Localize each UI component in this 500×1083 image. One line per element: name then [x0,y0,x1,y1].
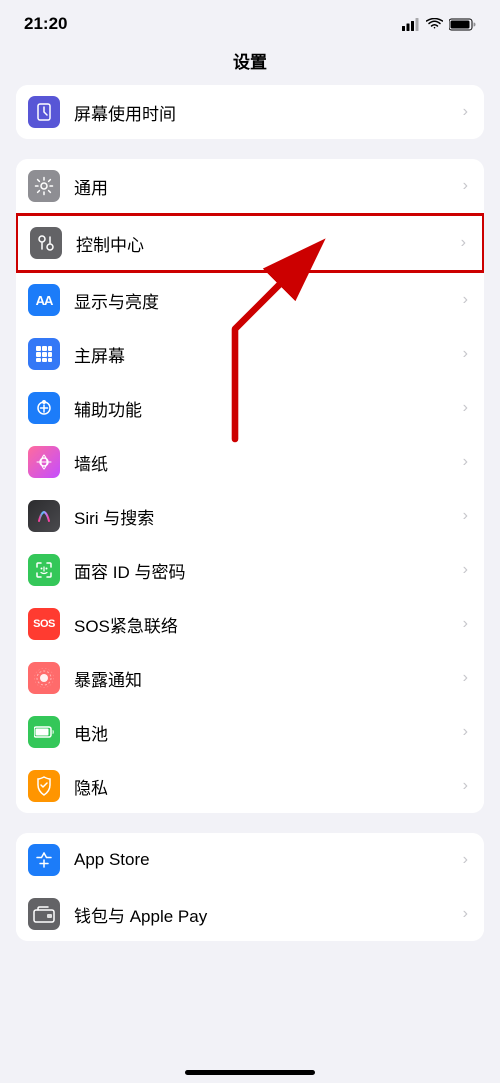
wifi-icon [426,18,443,31]
siri-icon [28,500,60,532]
page-title: 设置 [0,40,500,85]
group-general: 通用 › 控制中心 › AA 显示与亮度 › [16,159,484,813]
group-screentime: 屏幕使用时间 › [16,85,484,139]
settings-item-accessibility[interactable]: 辅助功能 › [16,381,484,435]
exposure-label: 暴露通知 [74,666,457,691]
battery-icon [449,18,476,31]
faceid-chevron: › [463,561,468,579]
settings-item-control-center[interactable]: 控制中心 › [18,216,482,270]
battery-icon-item [28,716,60,748]
display-chevron: › [463,291,468,309]
settings-item-exposure[interactable]: 暴露通知 › [16,651,484,705]
highlight-box: 控制中心 › [16,213,484,273]
homescreen-label: 主屏幕 [74,342,457,367]
sos-icon: SOS [28,608,60,640]
settings-item-appstore[interactable]: App Store › [16,833,484,887]
appstore-icon [28,844,60,876]
sos-chevron: › [463,615,468,633]
sos-label: SOS紧急联络 [74,612,457,637]
control-center-chevron: › [461,234,466,252]
status-icons [402,18,476,31]
signal-icon [402,18,420,31]
general-chevron: › [463,177,468,195]
settings-item-siri[interactable]: Siri 与搜索 › [16,489,484,543]
privacy-chevron: › [463,777,468,795]
screentime-icon [28,96,60,128]
settings-item-wallpaper[interactable]: 墙纸 › [16,435,484,489]
home-indicator [185,1070,315,1075]
general-icon [28,170,60,202]
appstore-chevron: › [463,851,468,869]
battery-chevron: › [463,723,468,741]
appstore-label: App Store [74,850,457,870]
exposure-chevron: › [463,669,468,687]
accessibility-icon [28,392,60,424]
screentime-chevron: › [463,103,468,121]
siri-chevron: › [463,507,468,525]
status-bar: 21:20 [0,0,500,40]
battery-label: 电池 [74,720,457,745]
status-time: 21:20 [24,14,67,34]
faceid-icon [28,554,60,586]
settings-item-sos[interactable]: SOS SOS紧急联络 › [16,597,484,651]
settings-item-general[interactable]: 通用 › [16,159,484,213]
control-center-label: 控制中心 [76,231,455,256]
privacy-icon [28,770,60,802]
faceid-label: 面容 ID 与密码 [74,558,457,583]
wallpaper-icon [28,446,60,478]
accessibility-label: 辅助功能 [74,396,457,421]
wallpaper-label: 墙纸 [74,450,457,475]
display-label: 显示与亮度 [74,288,457,313]
sos-badge: SOS [28,608,60,640]
homescreen-icon [28,338,60,370]
settings-item-screentime[interactable]: 屏幕使用时间 › [16,85,484,139]
settings-item-faceid[interactable]: 面容 ID 与密码 › [16,543,484,597]
exposure-icon [28,662,60,694]
settings-item-battery[interactable]: 电池 › [16,705,484,759]
group-apps: App Store › 钱包与 Apple Pay › [16,833,484,941]
wallet-icon [28,898,60,930]
settings-item-display[interactable]: AA 显示与亮度 › [16,273,484,327]
display-icon: AA [28,284,60,316]
settings-item-homescreen[interactable]: 主屏幕 › [16,327,484,381]
wallpaper-chevron: › [463,453,468,471]
settings-item-wallet[interactable]: 钱包与 Apple Pay › [16,887,484,941]
wallet-label: 钱包与 Apple Pay [74,902,457,927]
general-label: 通用 [74,174,457,199]
privacy-label: 隐私 [74,774,457,799]
control-center-icon [30,227,62,259]
wallet-chevron: › [463,905,468,923]
homescreen-chevron: › [463,345,468,363]
accessibility-chevron: › [463,399,468,417]
settings-item-privacy[interactable]: 隐私 › [16,759,484,813]
screentime-label: 屏幕使用时间 [74,100,457,125]
siri-label: Siri 与搜索 [74,504,457,529]
